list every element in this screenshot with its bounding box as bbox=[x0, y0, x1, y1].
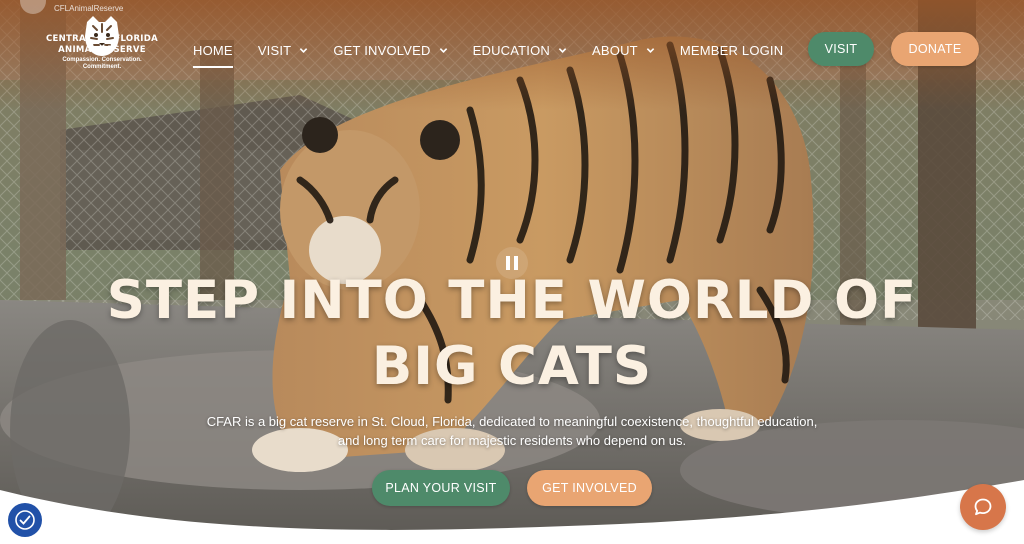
hero-headline-line-1: STEP INTO THE WORLD OF bbox=[106, 270, 918, 331]
nav-item-member-login[interactable]: MEMBER LOGIN bbox=[680, 38, 784, 62]
donate-button[interactable]: DONATE bbox=[891, 32, 979, 66]
accessibility-icon bbox=[15, 510, 35, 530]
logo-line-2: ANIMAL RESERVE bbox=[58, 45, 146, 55]
chevron-down-icon bbox=[646, 47, 655, 53]
hero-headline: STEP INTO THE WORLD OF BIG CATS bbox=[62, 268, 962, 400]
watermark-logo-icon bbox=[20, 0, 46, 14]
logo-tagline-2: Commitment. bbox=[82, 64, 122, 70]
logo-word-central: CENTRAL bbox=[46, 34, 92, 44]
hero-description-line-2: and long term care for majestic resident… bbox=[337, 433, 687, 448]
nav-label-visit: VISIT bbox=[257, 42, 292, 58]
nav-label-get-involved: GET INVOLVED bbox=[333, 42, 431, 58]
chevron-down-icon bbox=[558, 47, 567, 53]
hero-headline-line-2: BIG CATS bbox=[371, 336, 653, 397]
logo-tagline: Compassion. Conservation. Commitment. bbox=[44, 57, 160, 71]
nav-label-about: ABOUT bbox=[592, 42, 638, 58]
nav-item-visit[interactable]: VISIT bbox=[258, 38, 309, 62]
site-logo[interactable]: CENTRAL FLORIDA ANIMAL RESERVE Compassio… bbox=[44, 12, 160, 90]
hero-description: CFAR is a big cat reserve in St. Cloud, … bbox=[200, 412, 824, 450]
nav-label-education: EDUCATION bbox=[472, 42, 551, 58]
nav-item-about[interactable]: ABOUT bbox=[592, 38, 655, 62]
nav-label-home: HOME bbox=[193, 42, 233, 58]
hero-description-line-1: CFAR is a big cat reserve in St. Cloud, … bbox=[206, 414, 818, 429]
nav-item-get-involved[interactable]: GET INVOLVED bbox=[333, 38, 447, 62]
chat-bubble-icon bbox=[974, 498, 992, 516]
visit-button[interactable]: VISIT bbox=[808, 32, 874, 66]
chevron-down-icon bbox=[439, 47, 447, 53]
nav-item-home[interactable]: HOME bbox=[193, 38, 233, 68]
nav-item-education[interactable]: EDUCATION bbox=[473, 38, 567, 62]
main-navigation: HOME VISIT GET INVOLVED EDUCATION ABOUT … bbox=[193, 38, 808, 68]
logo-tagline-1: Compassion. Conservation. bbox=[62, 57, 142, 63]
chat-button[interactable] bbox=[960, 484, 1006, 530]
bottom-wave-divider bbox=[0, 480, 1024, 544]
chevron-down-icon bbox=[300, 47, 308, 53]
accessibility-button[interactable] bbox=[8, 503, 42, 537]
logo-word-florida: FLORIDA bbox=[114, 34, 158, 44]
nav-label-member-login: MEMBER LOGIN bbox=[679, 42, 784, 58]
